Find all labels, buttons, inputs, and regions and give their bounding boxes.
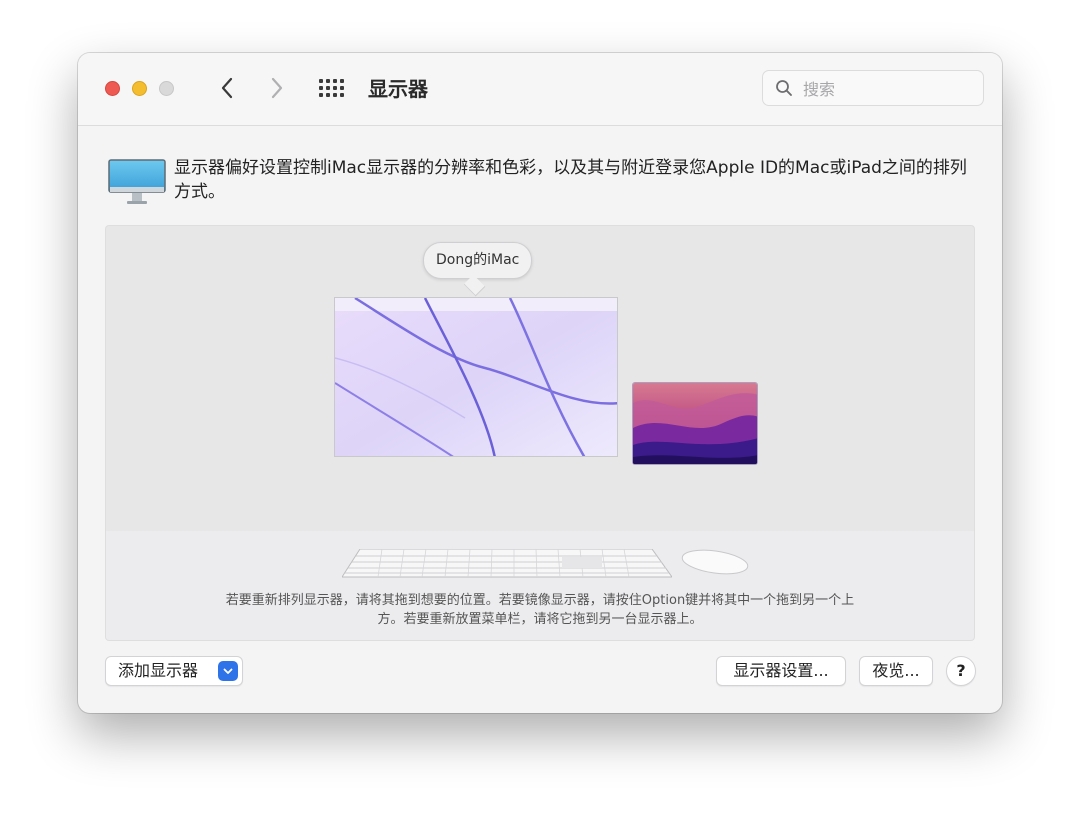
forward-button[interactable] bbox=[262, 73, 292, 103]
chevron-down-icon bbox=[218, 661, 238, 681]
keyboard-icon bbox=[342, 549, 672, 578]
search-input[interactable] bbox=[801, 76, 975, 102]
imac-display[interactable] bbox=[334, 297, 618, 457]
display-icon bbox=[108, 159, 166, 204]
display-name-tooltip: Dong的iMac bbox=[423, 242, 533, 279]
add-display-button[interactable]: 添加显示器 bbox=[105, 656, 243, 686]
close-button[interactable] bbox=[105, 81, 120, 96]
hint-line-2: 方。若要重新放置菜单栏，请将它拖到另一台显示器上。 bbox=[377, 612, 703, 627]
ipad-display[interactable] bbox=[632, 382, 758, 465]
chevron-right-icon bbox=[271, 77, 283, 99]
night-shift-button[interactable]: 夜览... bbox=[859, 656, 933, 686]
chevron-left-icon bbox=[221, 77, 233, 99]
hint-line-1: 若要重新排列显示器，请将其拖到想要的位置。若要镜像显示器，请按住Option键并… bbox=[225, 593, 855, 608]
window-title: 显示器 bbox=[368, 77, 428, 101]
display-settings-button[interactable]: 显示器设置... bbox=[716, 656, 846, 686]
minimize-button[interactable] bbox=[132, 81, 147, 96]
preferences-window: 显示器 显示器偏好设置控制iMac显示器的分辨率和色彩，以及其与附近登录您App… bbox=[78, 53, 1002, 713]
grid-icon[interactable] bbox=[319, 79, 349, 99]
wallpaper-monterey bbox=[633, 383, 757, 464]
wallpaper-imac bbox=[335, 298, 617, 456]
add-display-label: 添加显示器 bbox=[118, 661, 199, 680]
description-text: 显示器偏好设置控制iMac显示器的分辨率和色彩，以及其与附近登录您Apple I… bbox=[174, 158, 967, 202]
zoom-button[interactable] bbox=[159, 81, 174, 96]
back-button[interactable] bbox=[212, 73, 242, 103]
title-bar: 显示器 bbox=[78, 53, 1002, 126]
mouse-icon bbox=[681, 549, 749, 575]
help-button[interactable]: ? bbox=[946, 656, 976, 686]
search-field[interactable] bbox=[762, 70, 984, 106]
search-icon bbox=[776, 80, 792, 96]
arrangement-hint: 若要重新排列显示器，请将其拖到想要的位置。若要镜像显示器，请按住Option键并… bbox=[105, 591, 975, 629]
